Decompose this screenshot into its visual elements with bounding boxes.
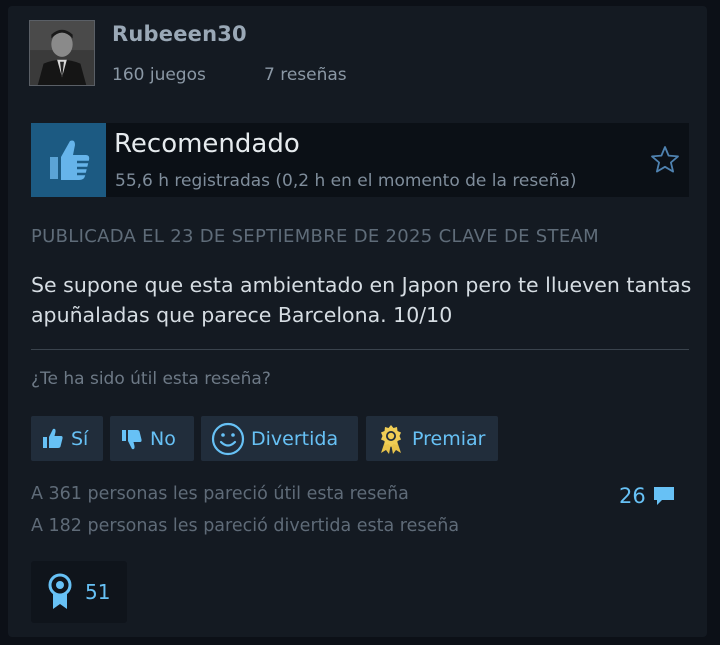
comments-count: 26 [619, 484, 646, 508]
username[interactable]: Rubeeen30 [112, 22, 247, 46]
funny-label: Divertida [251, 427, 339, 450]
reviews-count[interactable]: 7 reseñas [264, 65, 347, 85]
thumbs-down-icon [122, 429, 142, 449]
no-button[interactable]: No [110, 416, 194, 461]
helpful-count: A 361 personas les pareció útil esta res… [31, 484, 409, 504]
hours-played: 55,6 h registradas (0,2 h en el momento … [115, 171, 577, 191]
thumbs-up-icon [43, 428, 63, 448]
no-label: No [150, 427, 176, 450]
comments-link[interactable]: 26 [619, 484, 676, 508]
games-count[interactable]: 160 juegos [112, 65, 206, 85]
comment-icon [653, 487, 674, 505]
ribbon-icon [48, 573, 72, 609]
divider [31, 349, 689, 350]
funny-count: A 182 personas les pareció divertida est… [31, 516, 460, 536]
recommendation-banner[interactable]: Recomendado 55,6 h registradas (0,2 h en… [31, 123, 689, 197]
awards-count: 51 [85, 580, 111, 604]
star-icon[interactable] [649, 144, 681, 176]
recommendation-title: Recomendado [114, 129, 300, 159]
thumbs-up-icon [31, 123, 106, 197]
award-button[interactable]: Premiar [366, 416, 498, 461]
helpful-question: ¿Te ha sido útil esta reseña? [31, 369, 271, 389]
funny-button[interactable]: Divertida [201, 416, 358, 461]
avatar-image [30, 21, 94, 85]
smiley-icon [211, 422, 245, 455]
award-label: Premiar [412, 427, 486, 450]
posted-date: PUBLICADA EL 23 DE SEPTIEMBRE DE 2025 CL… [31, 226, 599, 247]
review-text: Se supone que esta ambientado en Japon p… [31, 273, 692, 327]
yes-button[interactable]: Sí [31, 416, 103, 461]
award-icon [381, 424, 401, 454]
avatar[interactable] [29, 20, 95, 86]
yes-label: Sí [71, 427, 89, 450]
awards-badge[interactable]: 51 [31, 561, 127, 623]
